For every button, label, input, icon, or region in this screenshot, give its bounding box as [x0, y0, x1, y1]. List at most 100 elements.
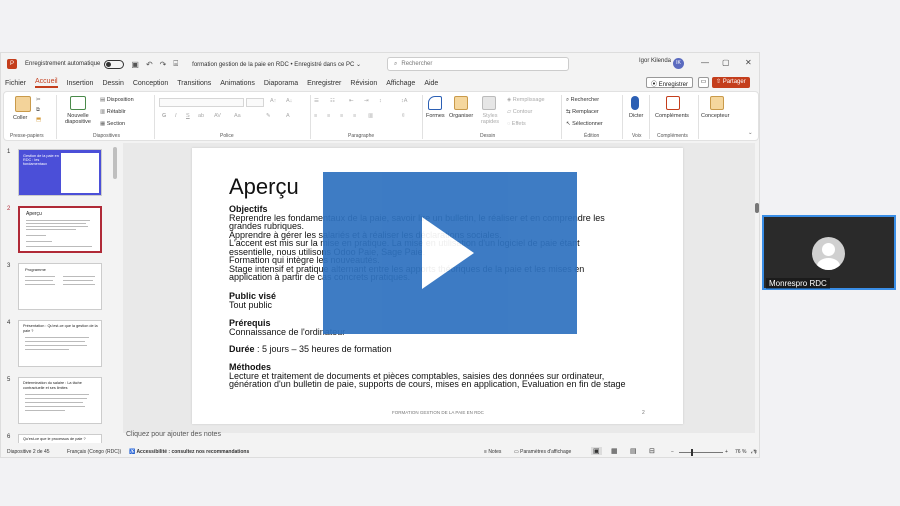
tab-enregistrer[interactable]: Enregistrer: [307, 80, 341, 87]
zoom-out-icon[interactable]: −: [671, 449, 674, 455]
zoom-level[interactable]: 76 %: [735, 449, 746, 455]
quick-styles-button[interactable]: Styles rapides: [477, 113, 503, 125]
designer-button[interactable]: Concepteur: [701, 113, 729, 119]
align-center-icon[interactable]: ≡: [327, 113, 330, 119]
slide-thumbnail-1[interactable]: Gestion de la paie en RDC : les fondamen…: [18, 149, 102, 196]
zoom-slider-handle[interactable]: [691, 449, 693, 456]
font-size-select[interactable]: [246, 98, 264, 107]
fill-button[interactable]: ◈ Remplissage: [507, 97, 545, 103]
align-left-icon[interactable]: ≡: [314, 113, 317, 119]
shapes-icon[interactable]: [428, 96, 442, 110]
display-settings-button[interactable]: ▭ Paramètres d'affichage: [514, 449, 571, 455]
notes-button[interactable]: ≡ Notes: [484, 449, 501, 455]
zoom-slider[interactable]: [679, 452, 723, 453]
tab-dessin[interactable]: Dessin: [102, 80, 123, 87]
tab-insertion[interactable]: Insertion: [67, 80, 94, 87]
quick-styles-icon[interactable]: [482, 96, 496, 110]
addins-icon[interactable]: [666, 96, 680, 110]
spacing-icon[interactable]: AV: [214, 113, 221, 119]
share-button[interactable]: ⇧ Partager: [712, 77, 750, 88]
designer-icon[interactable]: [710, 96, 724, 110]
accessibility-button[interactable]: ♿ Accessibilité : consultez nos recomman…: [129, 449, 249, 455]
bullets-icon[interactable]: ☰: [314, 98, 319, 104]
outdent-icon[interactable]: ⇥: [364, 98, 369, 104]
arrange-button[interactable]: Organiser: [449, 113, 473, 119]
justify-icon[interactable]: ≡: [353, 113, 356, 119]
font-family-select[interactable]: [159, 98, 244, 107]
slideshow-icon[interactable]: ⊟: [649, 447, 655, 455]
record-button[interactable]: ⦿ Enregistrer: [646, 77, 694, 88]
save-icon[interactable]: ▣: [131, 60, 139, 69]
microphone-icon[interactable]: [631, 96, 639, 110]
cut-icon[interactable]: ✂: [36, 97, 41, 103]
new-slide-icon[interactable]: [70, 96, 86, 110]
dictate-button[interactable]: Dicter: [629, 113, 643, 119]
replace-button[interactable]: ⇆ Remplacer: [566, 109, 599, 115]
format-painter-icon[interactable]: ⬒: [36, 117, 41, 123]
language-indicator[interactable]: Français (Congo (RDC)): [67, 449, 121, 455]
align-text-icon[interactable]: ⇳: [401, 113, 406, 119]
tab-transitions[interactable]: Transitions: [177, 80, 211, 87]
new-slide-button[interactable]: Nouvelle diapositive: [64, 113, 92, 125]
highlight-icon[interactable]: ✎: [266, 113, 271, 119]
slide-thumbnail-2[interactable]: Aperçu: [18, 206, 102, 253]
file-name[interactable]: formation gestion de la paie en RDC • En…: [192, 61, 361, 68]
tab-diaporama[interactable]: Diaporama: [264, 80, 298, 87]
slide-thumbnail-3[interactable]: Programme: [18, 263, 102, 310]
search-input[interactable]: ⌕ Rechercher: [387, 57, 569, 71]
section-button[interactable]: ▦ Section: [100, 121, 125, 127]
slide-sorter-icon[interactable]: ▦: [611, 447, 618, 455]
find-button[interactable]: ⌕ Rechercher: [566, 97, 599, 104]
italic-icon[interactable]: I: [175, 113, 177, 119]
scrollbar[interactable]: [755, 203, 759, 213]
bold-icon[interactable]: G: [162, 113, 166, 119]
slide-thumbnail-5[interactable]: Détermination du salaire : La tâche cont…: [18, 377, 102, 424]
shapes-button[interactable]: Formes: [426, 113, 445, 119]
normal-view-icon[interactable]: ▣: [591, 447, 602, 455]
duration-block[interactable]: Durée : 5 jours – 35 heures de formation: [229, 345, 669, 354]
underline-icon[interactable]: S: [186, 113, 190, 119]
comment-icon[interactable]: ▭: [698, 77, 709, 88]
text-direction-icon[interactable]: ↕A: [401, 98, 407, 104]
reset-button[interactable]: ▥ Rétablir: [100, 109, 126, 115]
addins-button[interactable]: Compléments: [655, 113, 689, 119]
slide-title[interactable]: Aperçu: [229, 174, 299, 200]
outline-button[interactable]: ▱ Contour: [507, 109, 532, 115]
align-right-icon[interactable]: ≡: [340, 113, 343, 119]
tab-conception[interactable]: Conception: [133, 80, 168, 87]
strikethrough-icon[interactable]: ab: [198, 113, 204, 119]
methods-block[interactable]: Méthodes Lecture et traitement de docume…: [229, 363, 669, 389]
participant-tile[interactable]: Monrespro RDC: [762, 215, 896, 290]
line-spacing-icon[interactable]: ↕: [379, 98, 382, 104]
tab-affichage[interactable]: Affichage: [386, 80, 415, 87]
select-button[interactable]: ↖ Sélectionner: [566, 121, 603, 127]
slide-thumbnail-4[interactable]: Présentation : Qu'est-ce que la gestion …: [18, 320, 102, 367]
notes-pane[interactable]: Cliquez pour ajouter des notes: [123, 431, 755, 441]
numbering-icon[interactable]: ☷: [330, 98, 335, 104]
zoom-in-icon[interactable]: +: [725, 449, 728, 455]
redo-icon[interactable]: ↷: [160, 60, 167, 69]
reading-view-icon[interactable]: ▤: [630, 447, 637, 455]
quick-access-icon[interactable]: ⌸: [173, 59, 178, 69]
close-icon[interactable]: ✕: [745, 58, 752, 67]
arrange-icon[interactable]: [454, 96, 468, 110]
columns-icon[interactable]: ▥: [368, 113, 373, 119]
undo-icon[interactable]: ↶: [146, 60, 153, 69]
tab-revision[interactable]: Révision: [350, 80, 377, 87]
effects-button[interactable]: ◌ Effets: [507, 121, 526, 127]
autosave-toggle[interactable]: [104, 59, 125, 69]
play-icon[interactable]: [422, 217, 474, 289]
layout-button[interactable]: ▤ Disposition: [100, 97, 134, 103]
font-color-icon[interactable]: A: [286, 113, 290, 119]
ribbon-collapse-icon[interactable]: ⌄: [748, 130, 753, 136]
slide-thumbnail-6[interactable]: Qu'est-ce que le processus de paie ?: [18, 434, 102, 443]
indent-icon[interactable]: ⇤: [349, 98, 354, 104]
scrollbar[interactable]: [113, 147, 117, 179]
case-icon[interactable]: Aa: [234, 113, 241, 119]
paste-button[interactable]: Coller: [13, 115, 27, 121]
maximize-icon[interactable]: ▢: [722, 58, 730, 67]
fit-to-window-icon[interactable]: ⤢: [751, 449, 755, 455]
tab-accueil[interactable]: Accueil: [35, 78, 58, 88]
minimize-icon[interactable]: —: [701, 58, 709, 67]
shrink-font-icon[interactable]: A↓: [286, 98, 292, 104]
